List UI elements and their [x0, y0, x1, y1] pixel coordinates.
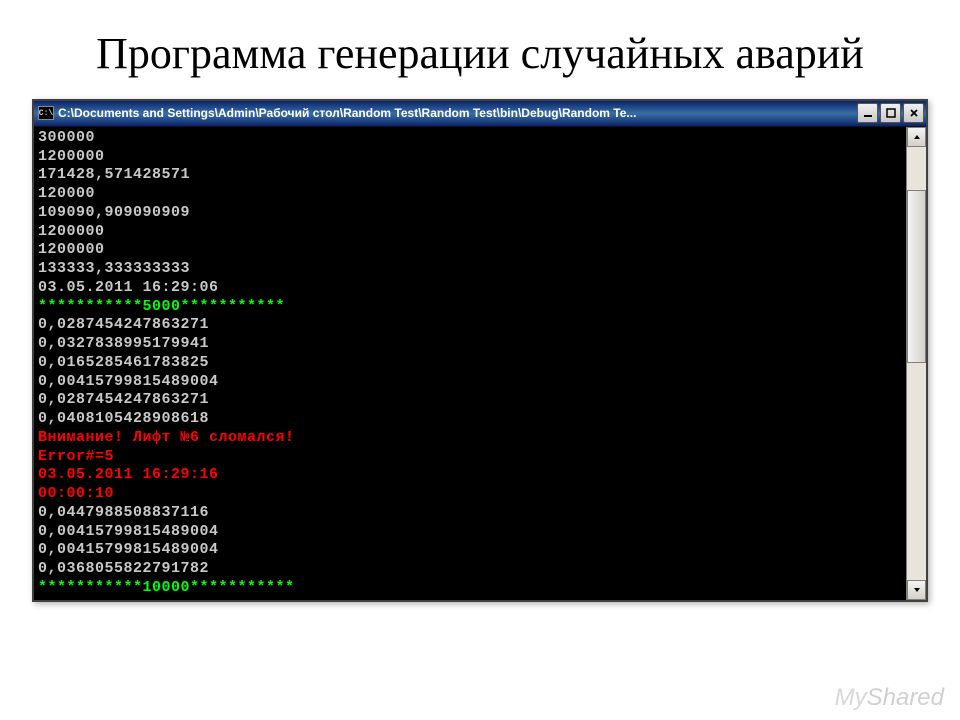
- console-line: 00:00:10: [38, 485, 902, 504]
- maximize-icon: [886, 108, 896, 118]
- minimize-button[interactable]: [857, 103, 878, 123]
- console-line: 1200000: [38, 148, 902, 167]
- scroll-down-button[interactable]: [907, 580, 926, 600]
- console-line: 0,0408105428908618: [38, 410, 902, 429]
- console-line: 0,0447988508837116: [38, 504, 902, 523]
- console-output[interactable]: 3000001200000171428,57142857112000010909…: [34, 127, 906, 600]
- scroll-thumb[interactable]: [907, 190, 926, 363]
- chevron-up-icon: [913, 133, 921, 141]
- maximize-button[interactable]: [880, 103, 901, 123]
- console-line: 03.05.2011 16:29:16: [38, 466, 902, 485]
- slide-title: Программа генерации случайных аварий: [0, 0, 960, 99]
- console-line: 0,0287454247863271: [38, 391, 902, 410]
- console-line: 133333,333333333: [38, 260, 902, 279]
- scroll-track[interactable]: [907, 147, 926, 580]
- close-icon: [909, 108, 919, 118]
- console-line: 03.05.2011 16:29:06: [38, 279, 902, 298]
- vertical-scrollbar[interactable]: [906, 127, 926, 600]
- console-line: ***********10000***********: [38, 579, 902, 598]
- console-line: 0,00415799815489004: [38, 541, 902, 560]
- window-title: C:\Documents and Settings\Admin\Рабочий …: [58, 106, 857, 120]
- console-body: 3000001200000171428,57142857112000010909…: [34, 127, 926, 600]
- close-button[interactable]: [903, 103, 924, 123]
- console-line: 120000: [38, 185, 902, 204]
- console-line: Error#=5: [38, 448, 902, 467]
- console-line: 1200000: [38, 223, 902, 242]
- console-line: 0,0287454247863271: [38, 316, 902, 335]
- console-line: 0,0327838995179941: [38, 335, 902, 354]
- minimize-icon: [863, 108, 873, 118]
- console-line: 0,00415799815489004: [38, 373, 902, 392]
- console-line: ***********5000***********: [38, 298, 902, 317]
- console-window: C:\ C:\Documents and Settings\Admin\Рабо…: [32, 99, 928, 602]
- watermark: MyShared: [835, 684, 944, 712]
- chevron-down-icon: [913, 586, 921, 594]
- window-controls: [857, 103, 924, 123]
- console-line: 0,0165285461783825: [38, 354, 902, 373]
- console-line: 0,00415799815489004: [38, 523, 902, 542]
- cmd-icon: C:\: [38, 106, 54, 120]
- console-line: Внимание! Лифт №6 сломался!: [38, 429, 902, 448]
- console-line: 109090,909090909: [38, 204, 902, 223]
- watermark-part1: My: [835, 684, 867, 711]
- console-line: 0,0368055822791782: [38, 560, 902, 579]
- console-line: 171428,571428571: [38, 166, 902, 185]
- watermark-part2: Shared: [867, 684, 944, 711]
- window-titlebar[interactable]: C:\ C:\Documents and Settings\Admin\Рабо…: [34, 101, 926, 127]
- console-line: 300000: [38, 129, 902, 148]
- console-line: 1200000: [38, 241, 902, 260]
- scroll-up-button[interactable]: [907, 127, 926, 147]
